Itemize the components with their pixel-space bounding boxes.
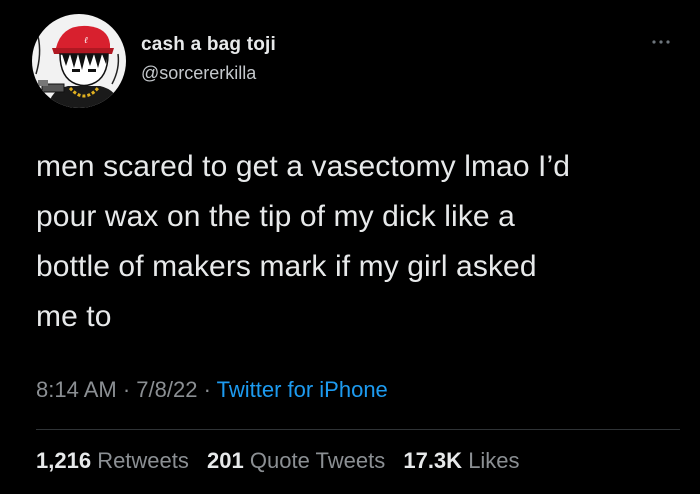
tweet-card: ℓ cash a bag toji @sorcererkilla men sca… [0,0,700,494]
retweets-count: 1,216 [36,448,92,473]
retweets-label: Retweets [97,448,189,473]
likes-stat[interactable]: 17.3K Likes [403,448,519,473]
tweet-source-link[interactable]: Twitter for iPhone [217,377,388,402]
quote-tweets-stat[interactable]: 201 Quote Tweets [207,448,385,473]
more-dots-glyph [652,40,670,44]
meta-separator: · [197,377,217,402]
divider [36,429,680,430]
tweet-meta: 8:14 AM · 7/8/22 · Twitter for iPhone [36,376,388,404]
author-handle[interactable]: @sorcererkilla [141,62,276,84]
svg-text:ℓ: ℓ [84,35,88,45]
retweets-stat[interactable]: 1,216 Retweets [36,448,189,473]
tweet-date[interactable]: 7/8/22 [136,377,197,402]
meta-separator: · [116,377,137,402]
likes-count: 17.3K [403,448,463,473]
tweet-time[interactable]: 8:14 AM [36,377,117,402]
more-dots-icon[interactable] [650,34,672,44]
likes-label: Likes [468,448,520,473]
quote-tweets-count: 201 [207,448,244,473]
quote-tweets-label: Quote Tweets [249,448,386,473]
user-avatar-icon[interactable]: ℓ [32,14,126,108]
author-display-name[interactable]: cash a bag toji [141,34,276,56]
author-names: cash a bag toji @sorcererkilla [141,34,276,84]
tweet-text: men scared to get a vasectomy lmao I’d p… [36,150,571,333]
avatar-illustration: ℓ [32,14,126,108]
tweet-stats: 1,216 Retweets 201 Quote Tweets 17.3K Li… [36,447,532,475]
